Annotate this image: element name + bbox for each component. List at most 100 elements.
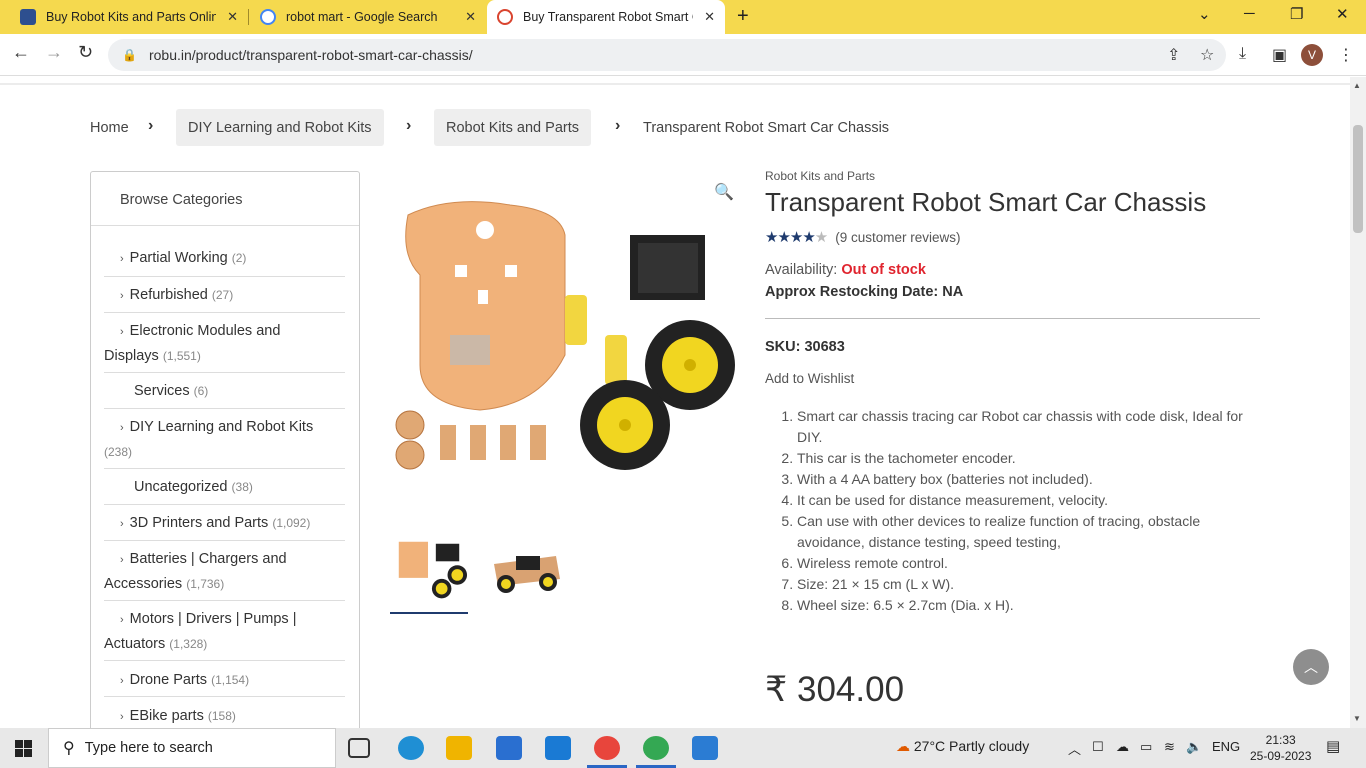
category-count: (6) (193, 384, 209, 398)
category-name: Refurbished (129, 287, 208, 303)
product-sku: SKU: 30683 (765, 339, 845, 355)
tab-robotmart[interactable]: Buy Robot Kits and Parts Online ✕ (10, 0, 248, 34)
product-category-link[interactable]: Robot Kits and Parts (765, 169, 1260, 183)
address-bar[interactable]: 🔒 robu.in/product/transparent-robot-smar… (108, 39, 1226, 71)
forward-arrow-icon[interactable]: → (45, 42, 63, 63)
wifi-icon[interactable]: ≋ (1164, 739, 1175, 755)
download-icon[interactable]: ⤓ (1239, 45, 1246, 63)
page-scrollbar[interactable]: ▲ ▼ (1350, 77, 1366, 728)
product-rating: ★★★★★ (9 customer reviews) (765, 228, 1260, 246)
notification-icon[interactable]: ▤ (1326, 737, 1340, 755)
task-view-icon[interactable] (348, 738, 370, 758)
side-panel-icon[interactable]: ▣ (1272, 45, 1287, 65)
bookmark-star-icon[interactable]: ☆ (1200, 45, 1214, 65)
availability-status: Out of stock (841, 262, 926, 278)
category-name: Motors | Drivers | Pumps | (129, 611, 297, 627)
volume-icon[interactable]: 🔈 (1186, 739, 1202, 755)
category-count: (1,551) (162, 349, 201, 363)
category-name: DIY Learning and Robot Kits (129, 419, 314, 435)
tray-chevron-icon[interactable]: ︿ (1068, 739, 1081, 758)
scroll-up-icon[interactable]: ▲ (1353, 81, 1361, 90)
edge-icon[interactable] (398, 736, 424, 760)
mail-icon[interactable] (545, 736, 571, 760)
category-services[interactable]: Services (6) (104, 373, 345, 409)
scroll-to-top-button[interactable]: ︿ (1293, 649, 1329, 685)
breadcrumb-home[interactable]: Home (90, 109, 129, 146)
language-indicator[interactable]: ENG (1212, 739, 1240, 754)
chevron-right-icon: › (120, 290, 124, 302)
category-count: (2) (231, 251, 247, 265)
scroll-down-icon[interactable]: ▼ (1353, 714, 1361, 723)
new-tab-button[interactable]: + (737, 5, 749, 28)
battery-icon[interactable]: ▭ (1140, 739, 1152, 755)
network-icon[interactable]: ☐ (1092, 739, 1104, 755)
category-electronic-modules[interactable]: › Electronic Modules and Displays (1,551) (104, 313, 345, 373)
close-tab-icon[interactable]: ✕ (704, 9, 715, 25)
category-name: Batteries | Chargers and (129, 551, 287, 567)
window-close-icon[interactable]: ✕ (1336, 5, 1349, 23)
product-thumbnail-1[interactable] (390, 534, 468, 614)
category-partial-working[interactable]: › Partial Working (2) (104, 241, 345, 277)
menu-kebab-icon[interactable]: ⋮ (1338, 45, 1354, 65)
profile-avatar[interactable]: V (1301, 44, 1323, 66)
category-refurbished[interactable]: › Refurbished (27) (104, 277, 345, 313)
category-name: Partial Working (129, 250, 228, 266)
product-thumbnail-2[interactable] (486, 534, 564, 614)
category-count: (1,736) (186, 577, 225, 591)
tab-robu-product[interactable]: Buy Transparent Robot Smart Ca ✕ (487, 0, 725, 34)
store-icon[interactable] (496, 736, 522, 760)
tab-google-search[interactable]: robot mart - Google Search ✕ (250, 0, 486, 34)
category-3d-printers[interactable]: › 3D Printers and Parts (1,092) (104, 505, 345, 541)
star-rating-icon: ★★★★★ (765, 229, 828, 246)
back-arrow-icon[interactable]: ← (12, 42, 30, 63)
category-batteries[interactable]: › Batteries | Chargers and Accessories (1… (104, 541, 345, 601)
reviews-link[interactable]: (9 customer reviews) (835, 230, 960, 245)
minimize-icon[interactable]: ─ (1244, 5, 1255, 22)
maximize-icon[interactable]: ❐ (1290, 5, 1303, 23)
category-diy-learning[interactable]: › DIY Learning and Robot Kits (238) (104, 409, 345, 469)
category-name-cont: Accessories (104, 576, 183, 592)
tab-divider (248, 9, 249, 25)
chevron-right-icon: › (120, 253, 124, 265)
chrome-icon[interactable] (643, 736, 669, 760)
zoom-magnifier-icon[interactable]: 🔍 (714, 182, 734, 202)
category-uncategorized[interactable]: Uncategorized (38) (104, 469, 345, 505)
feature-item: With a 4 AA battery box (batteries not i… (797, 469, 1260, 490)
category-name: Uncategorized (134, 479, 228, 495)
close-tab-icon[interactable]: ✕ (465, 9, 476, 25)
file-explorer-icon[interactable] (446, 736, 472, 760)
windows-taskbar: ⚲ Type here to search ☁ 27°C Partly clou… (0, 728, 1366, 768)
robotmart-favicon-icon (20, 9, 36, 25)
weather-widget[interactable]: ☁ 27°C Partly cloudy (896, 738, 1029, 755)
taskbar-search-box[interactable]: ⚲ Type here to search (48, 728, 336, 768)
tab-search-chevron-icon[interactable]: ⌄ (1198, 5, 1211, 23)
breadcrumb-robot-kits[interactable]: Robot Kits and Parts (434, 109, 591, 146)
tab-title: Buy Robot Kits and Parts Online (46, 10, 216, 24)
vscode-icon[interactable] (692, 736, 718, 760)
chevron-right-icon: › (120, 422, 124, 434)
clock[interactable]: 21:33 25-09-2023 (1250, 732, 1311, 764)
feature-list: Smart car chassis tracing car Robot car … (765, 406, 1260, 616)
category-ebike-parts[interactable]: › EBike parts (158) (104, 697, 345, 728)
add-to-wishlist-link[interactable]: Add to Wishlist (765, 371, 1260, 386)
breadcrumb-diy-kits[interactable]: DIY Learning and Robot Kits (176, 109, 384, 146)
chevron-right-icon: › (120, 554, 124, 566)
onedrive-icon[interactable]: ☁ (1116, 739, 1129, 755)
feature-item: Wheel size: 6.5 × 2.7cm (Dia. x H). (797, 595, 1260, 616)
category-name-cont: Actuators (104, 636, 166, 652)
product-main-image[interactable] (390, 165, 736, 515)
reload-icon[interactable]: ↻ (78, 42, 93, 63)
category-count: (1,154) (211, 673, 250, 687)
category-drone-parts[interactable]: › Drone Parts (1,154) (104, 661, 345, 697)
chrome-profile-icon[interactable] (594, 736, 620, 760)
category-motors[interactable]: › Motors | Drivers | Pumps | Actuators (1… (104, 601, 345, 661)
close-tab-icon[interactable]: ✕ (227, 9, 238, 25)
category-name-cont: Displays (104, 348, 159, 364)
breadcrumb-separator: › (406, 117, 412, 134)
weather-icon: ☁ (896, 738, 910, 754)
availability-label: Availability: (765, 262, 838, 278)
share-icon[interactable]: ⇪ (1167, 45, 1180, 65)
tab-title: robot mart - Google Search (286, 10, 438, 24)
windows-start-icon[interactable] (15, 740, 32, 757)
scrollbar-thumb[interactable] (1353, 125, 1363, 233)
